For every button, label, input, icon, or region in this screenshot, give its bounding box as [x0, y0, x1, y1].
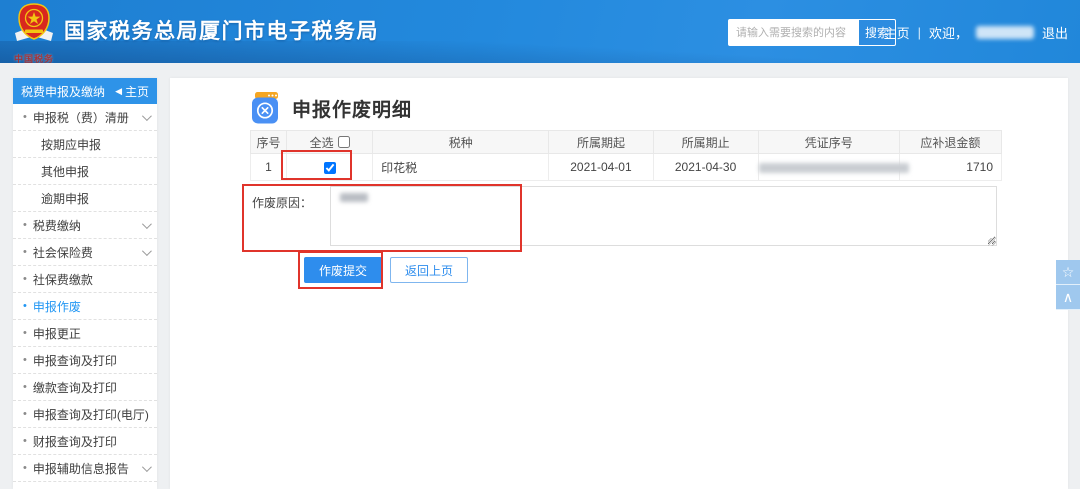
cancel-window-icon [252, 92, 280, 125]
site-title: 国家税务总局厦门市电子税务局 [64, 15, 379, 45]
bullet-icon: • [23, 328, 27, 339]
cancel-submit-button[interactable]: 作废提交 [304, 257, 382, 283]
cancel-reason-row: 作废原因： [244, 186, 997, 248]
col-seq: 序号 [251, 131, 287, 154]
col-amount: 应补退金额 [899, 131, 1001, 154]
chevron-up-icon: ∧ [1063, 289, 1073, 306]
bullet-icon: • [23, 301, 27, 312]
sidebar-item-payment-query-print[interactable]: • 缴款查询及打印 [13, 374, 157, 401]
sidebar: 税费申报及缴纳 ◀ 主页 • 申报税（费）清册 按期应申报 其他申报 逾期申报 … [13, 78, 157, 489]
cell-amount: 1710 [899, 154, 1001, 181]
page-title-row: 申报作废明细 [252, 92, 412, 125]
page-title: 申报作废明细 [292, 95, 412, 122]
app-header: 中国税务 国家税务总局厦门市电子税务局 搜索 主页 | 欢迎， 退出 [0, 0, 1080, 63]
bullet-icon: • [23, 247, 27, 258]
table-header-row: 序号 全选 税种 所属期起 所属期止 凭证序号 应补退金额 [251, 131, 1002, 154]
cancel-reason-textarea[interactable] [330, 186, 997, 246]
logout-link[interactable]: 退出 [1042, 23, 1068, 42]
select-all-checkbox[interactable] [338, 136, 350, 148]
cancel-reason-label: 作废原因： [252, 194, 312, 211]
cell-period-end: 2021-04-30 [653, 154, 758, 181]
sidebar-item-declare-correct[interactable]: • 申报更正 [13, 320, 157, 347]
cell-select [287, 154, 373, 181]
star-icon: ☆ [1062, 264, 1075, 281]
nav-separator: | [918, 25, 921, 40]
sidebar-item-social-insurance[interactable]: • 社会保险费 [13, 239, 157, 266]
sidebar-item-financial-report-query[interactable]: • 财报查询及打印 [13, 428, 157, 455]
bullet-icon: • [23, 274, 27, 285]
home-link[interactable]: 主页 [884, 23, 910, 42]
voucher-redacted [759, 163, 909, 173]
sidebar-item-social-payment[interactable]: • 社保费缴款 [13, 266, 157, 293]
welcome-label: 欢迎， [929, 23, 968, 42]
search-input[interactable] [728, 19, 858, 46]
username-redacted [976, 26, 1034, 39]
chevron-down-icon [142, 219, 152, 229]
col-period-start: 所属期起 [549, 131, 653, 154]
bullet-icon: • [23, 463, 27, 474]
back-to-top-button[interactable]: ∧ [1056, 285, 1080, 310]
bullet-icon: • [23, 112, 27, 123]
sidebar-title: 税费申报及缴纳 [21, 83, 105, 100]
cell-tax-type: 印花税 [373, 154, 549, 181]
sidebar-home-link[interactable]: ◀ 主页 [115, 83, 149, 100]
chevron-down-icon [142, 246, 152, 256]
bullet-icon: • [23, 355, 27, 366]
sidebar-item-tax-payment[interactable]: • 税费缴纳 [13, 212, 157, 239]
col-select-all: 全选 [287, 131, 373, 154]
cell-voucher-no [758, 154, 899, 181]
bullet-icon: • [23, 220, 27, 231]
tax-bureau-logo: 中国税务 [8, 3, 60, 63]
col-tax-type: 税种 [373, 131, 549, 154]
sidebar-item-overdue-declare[interactable]: 逾期申报 [13, 185, 157, 212]
back-arrow-icon: ◀ [115, 86, 122, 97]
chevron-down-icon [142, 462, 152, 472]
cell-seq: 1 [251, 154, 287, 181]
bullet-icon: • [23, 409, 27, 420]
col-voucher-no: 凭证序号 [758, 131, 899, 154]
col-period-end: 所属期止 [653, 131, 758, 154]
national-emblem-icon [11, 3, 57, 47]
header-nav: 主页 | 欢迎， 退出 [884, 23, 1068, 42]
sidebar-item-aux-info-report[interactable]: • 申报辅助信息报告 [13, 455, 157, 482]
sidebar-item-periodic-declare[interactable]: 按期应申报 [13, 131, 157, 158]
bullet-icon: • [23, 382, 27, 393]
bullet-icon: • [23, 436, 27, 447]
favorite-star-button[interactable]: ☆ [1056, 260, 1080, 285]
sidebar-header: 税费申报及缴纳 ◀ 主页 [13, 78, 157, 104]
sidebar-item-other-declare[interactable]: 其他申报 [13, 158, 157, 185]
sidebar-item-declare-query-print-hall[interactable]: • 申报查询及打印(电厅) [13, 401, 157, 428]
sidebar-item-declare-cancel[interactable]: • 申报作废 [13, 293, 157, 320]
chevron-down-icon [142, 111, 152, 121]
sidebar-item-declare-list[interactable]: • 申报税（费）清册 [13, 104, 157, 131]
cancel-detail-table: 序号 全选 税种 所属期起 所属期止 凭证序号 应补退金额 1 印花税 20 [250, 130, 1002, 181]
logo-caption: 中国税务 [8, 52, 60, 63]
reason-text-redacted [340, 193, 368, 202]
back-button[interactable]: 返回上页 [390, 257, 468, 283]
table-row: 1 印花税 2021-04-01 2021-04-30 1710 [251, 154, 1002, 181]
sidebar-item-declare-query-print[interactable]: • 申报查询及打印 [13, 347, 157, 374]
header-search: 搜索 [728, 19, 896, 46]
floating-toolbar: ☆ ∧ [1056, 260, 1080, 310]
cell-period-start: 2021-04-01 [549, 154, 653, 181]
main-panel: 申报作废明细 序号 全选 税种 所属期起 所属期止 凭证序号 应补退金额 [170, 78, 1068, 489]
row-checkbox[interactable] [324, 162, 336, 174]
